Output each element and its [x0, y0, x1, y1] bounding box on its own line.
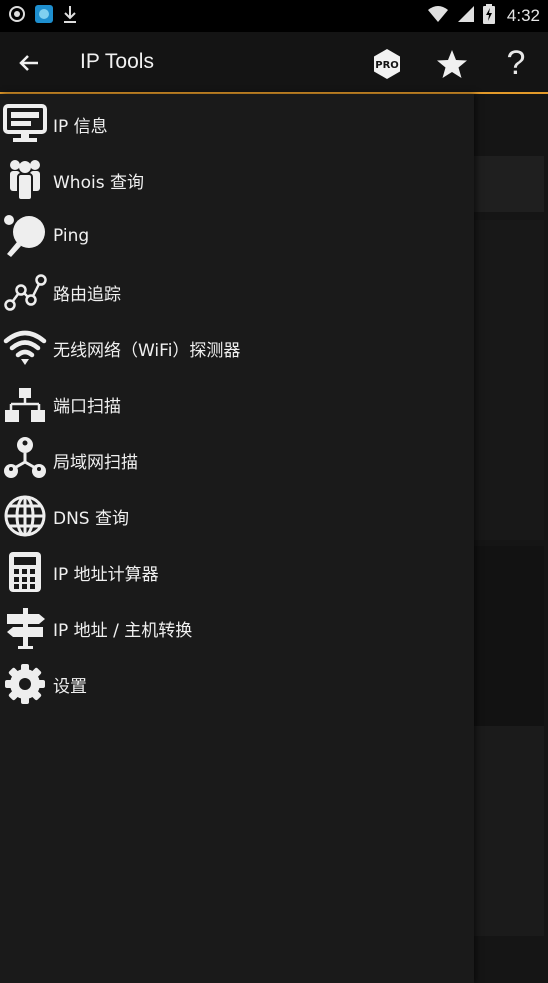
monitor-icon	[2, 101, 48, 147]
app-title: IP Tools	[80, 50, 154, 73]
svg-text:PRO: PRO	[375, 60, 399, 71]
drawer-item-settings[interactable]: 设置	[0, 656, 474, 712]
favorite-button[interactable]	[436, 48, 468, 80]
drawer-item-label: IP 地址计算器	[53, 564, 159, 585]
drawer-item-whois[interactable]: Whois 查询	[0, 152, 474, 208]
drawer-item-port-scan[interactable]: 端口扫描	[0, 376, 474, 432]
drawer-item-label: DNS 查询	[53, 508, 130, 529]
drawer-item-label: 无线网络（WiFi）探测器	[53, 340, 241, 361]
drawer-item-label: Ping	[53, 226, 90, 246]
drawer-item-lan-scan[interactable]: 局域网扫描	[0, 432, 474, 488]
route-graph-icon	[2, 269, 48, 315]
back-arrow-icon	[19, 55, 38, 71]
drawer-item-label: IP 地址 / 主机转换	[53, 620, 193, 641]
calculator-icon	[2, 549, 48, 595]
background-card	[474, 156, 544, 212]
drawer-item-label: 局域网扫描	[53, 452, 138, 473]
signpost-icon	[2, 605, 48, 651]
drawer-item-label: 端口扫描	[53, 396, 121, 417]
download-icon	[62, 4, 78, 28]
status-right-icons: 4:32	[427, 4, 540, 28]
drawer-item-wifi-scanner[interactable]: 无线网络（WiFi）探测器	[0, 320, 474, 376]
gear-icon	[2, 661, 48, 707]
signal-icon	[457, 5, 475, 27]
wifi-icon	[2, 325, 48, 371]
pro-badge-icon: PRO	[374, 49, 400, 79]
globe-icon	[2, 493, 48, 539]
drawer-item-traceroute[interactable]: 路由追踪	[0, 264, 474, 320]
background-panel	[474, 546, 544, 726]
network-ports-icon	[2, 381, 48, 427]
star-icon	[437, 50, 467, 78]
lan-people-icon	[2, 435, 48, 481]
drawer-item-label: 设置	[53, 676, 87, 697]
pro-button[interactable]: PRO	[371, 48, 403, 80]
people-icon	[2, 157, 48, 203]
background-panel	[474, 220, 544, 540]
navigation-drawer: IP 信息 Whois 查询 Ping 路由追踪 无线网络（WiFi）探测器 端…	[0, 94, 474, 983]
background-content	[474, 94, 548, 983]
help-button[interactable]: ?	[500, 44, 532, 82]
status-time: 4:32	[506, 6, 540, 25]
status-bar: 4:32	[0, 0, 548, 32]
status-left-icons	[8, 4, 78, 28]
drawer-item-ip-info[interactable]: IP 信息	[0, 96, 474, 152]
drawer-item-dns-lookup[interactable]: DNS 查询	[0, 488, 474, 544]
ping-pong-icon	[2, 213, 48, 259]
drawer-item-label: 路由追踪	[53, 284, 121, 305]
drawer-item-ping[interactable]: Ping	[0, 208, 474, 264]
battery-charging-icon	[482, 4, 495, 28]
app-bar: IP Tools PRO ?	[0, 32, 548, 94]
wifi-icon	[427, 5, 449, 27]
drawer-item-ip-calculator[interactable]: IP 地址计算器	[0, 544, 474, 600]
drawer-item-ip-host-converter[interactable]: IP 地址 / 主机转换	[0, 600, 474, 656]
background-panel	[474, 726, 544, 936]
app-notification-icon	[34, 4, 54, 28]
target-icon	[8, 5, 26, 27]
drawer-item-label: IP 信息	[53, 116, 108, 137]
back-button[interactable]	[14, 48, 44, 78]
drawer-item-label: Whois 查询	[53, 172, 144, 193]
